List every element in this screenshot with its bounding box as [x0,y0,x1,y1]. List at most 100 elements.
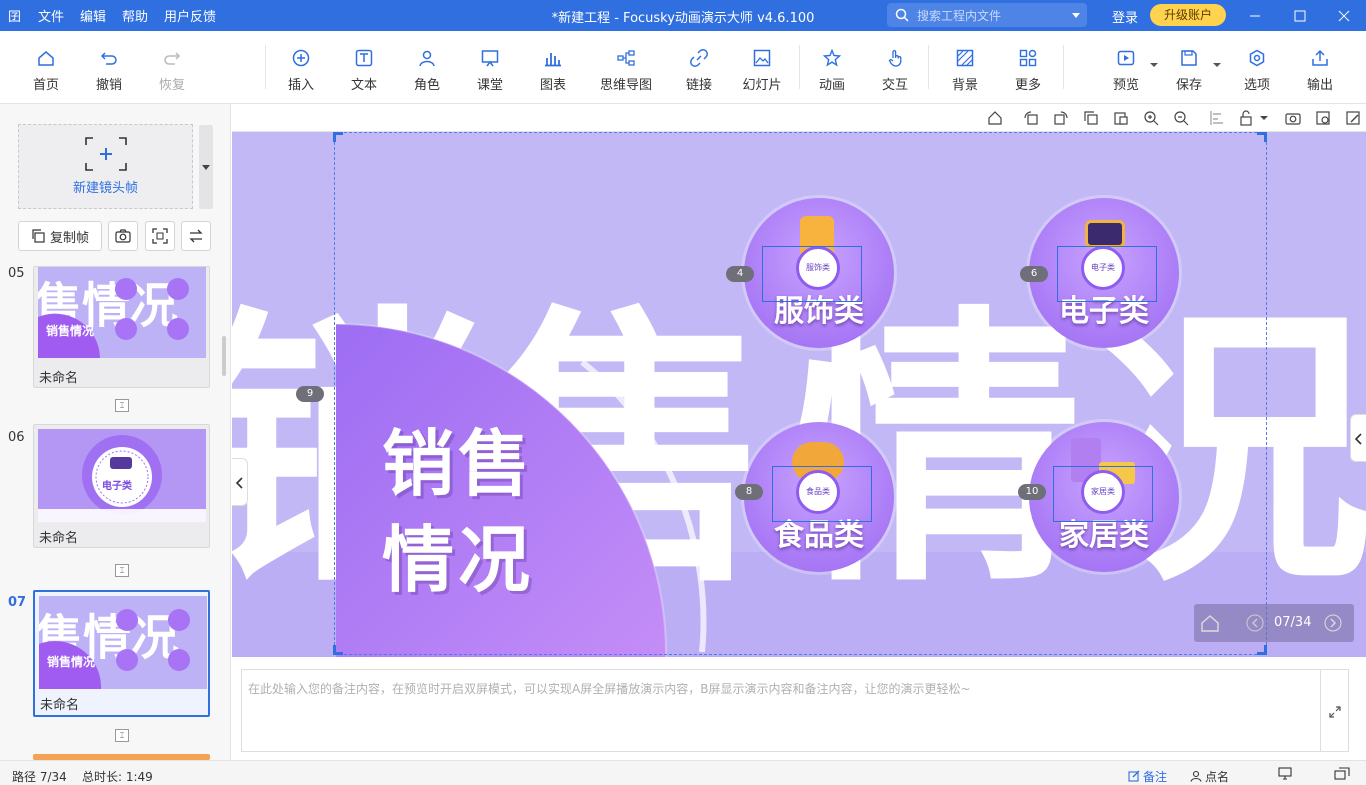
frame-number-tag[interactable]: 10 [1018,484,1046,500]
chevron-down-icon[interactable] [1150,63,1158,67]
rollcall-button[interactable]: 点名 [1190,768,1229,785]
frame-handle[interactable] [333,132,343,142]
frame-number-tag[interactable]: 8 [735,484,763,500]
frame-handle[interactable] [1257,645,1267,655]
thumb-label[interactable]: 未命名 [39,367,78,386]
chevron-down-icon[interactable] [1260,116,1268,120]
frame-thumbnail[interactable]: 电子类 未命名 [33,424,210,548]
export-button[interactable]: 输出 [1292,47,1348,93]
new-frame-dropdown[interactable] [199,125,213,209]
redo-button[interactable]: 恢复 [144,47,200,93]
category-circle-clothing[interactable]: 服饰类 服饰类 [744,198,894,348]
transition-icon[interactable]: ⌶ [115,399,129,412]
insert-button[interactable]: 插入 [273,47,329,93]
slideshow-button[interactable]: 幻灯片 [734,47,790,93]
window-icon[interactable] [1334,767,1350,780]
menu-feedback[interactable]: 用户反馈 [164,6,216,25]
frame-thumbnail-active[interactable]: 售情况 销售情况 未命名 [33,590,210,717]
background-button[interactable]: 背景 [937,47,993,93]
image-icon [734,47,790,69]
notes-expand-button[interactable] [1321,669,1349,752]
thumbnail-image: 售情况 销售情况 [38,267,206,358]
thumb-label[interactable]: 未命名 [40,694,79,713]
expand-panel-button[interactable] [1350,414,1366,462]
zoom-out-icon[interactable] [1173,110,1189,126]
transition-icon[interactable]: ⌶ [115,564,129,577]
minimize-icon[interactable] [1235,0,1275,31]
toolbar-divider [1063,45,1064,89]
link-button[interactable]: 链接 [671,47,727,93]
interaction-button[interactable]: 交互 [867,47,923,93]
frame-number-tag[interactable]: 6 [1020,266,1048,282]
transition-icon[interactable]: ⌶ [115,729,129,742]
menu-edit[interactable]: 编辑 [80,6,106,25]
frame-handle[interactable] [1257,132,1267,142]
chevron-down-icon[interactable] [1213,63,1221,67]
login-link[interactable]: 登录 [1112,7,1138,26]
chart-button[interactable]: 图表 [525,47,581,93]
element-selection[interactable] [762,246,862,302]
svg-text:电子类: 电子类 [102,479,132,492]
fit-frame-icon [152,228,168,244]
link-icon [671,47,727,69]
element-selection[interactable] [1053,466,1153,522]
undo-button[interactable]: 撤销 [81,47,137,93]
settings-icon[interactable] [1315,110,1331,126]
element-selection[interactable] [772,466,872,522]
fit-frame-button[interactable] [145,221,175,251]
category-circle-electronics[interactable]: 电子类 电子类 [1029,198,1179,348]
camera-button[interactable] [108,221,138,251]
thumb-label[interactable]: 未命名 [39,527,78,546]
home-button[interactable]: 首页 [18,47,74,93]
upgrade-button[interactable]: 升级账户 [1150,4,1226,26]
menu-help[interactable]: 帮助 [122,6,148,25]
preview-button[interactable]: 预览 [1098,47,1158,93]
mindmap-button[interactable]: 思维导图 [593,47,659,93]
category-circle-food[interactable]: 食品类 食品类 [744,422,894,572]
close-icon[interactable] [1324,0,1364,31]
frame-number-tag[interactable]: 9 [296,386,324,402]
copy-icon[interactable] [1083,110,1099,126]
notes-toggle[interactable]: 备注 [1128,768,1167,785]
align-icon[interactable] [1209,110,1225,126]
options-button[interactable]: 选项 [1229,47,1285,93]
prev-icon[interactable] [1246,614,1264,632]
paste-icon[interactable] [1113,110,1129,126]
path-status: 路径 7/34 [12,770,67,784]
text-button[interactable]: 文本 [336,47,392,93]
camera-icon[interactable] [1285,110,1301,126]
home-icon[interactable] [987,110,1003,126]
home-icon[interactable] [1200,614,1220,632]
role-button[interactable]: 角色 [399,47,455,93]
animation-button[interactable]: 动画 [804,47,860,93]
new-frame-button[interactable]: 新建镜头帧 [18,124,213,209]
maximize-icon[interactable] [1280,0,1320,31]
frame-number-tag[interactable]: 4 [726,266,754,282]
frame-handle[interactable] [333,645,343,655]
zoom-in-icon[interactable] [1143,110,1159,126]
classroom-button[interactable]: 课堂 [462,47,518,93]
duration-status: 总时长: 1:49 [82,770,153,784]
more-button[interactable]: 更多 [1000,47,1056,93]
frame-thumbnail[interactable]: 售情况 销售情况 未命名 [33,266,210,388]
collapse-sidebar-button[interactable] [232,458,248,506]
copy-frame-button[interactable]: 复制帧 [18,221,102,251]
menu-file[interactable]: 文件 [38,6,64,25]
next-icon[interactable] [1324,614,1342,632]
save-button[interactable]: 保存 [1161,47,1221,93]
swap-button[interactable] [181,221,211,251]
element-selection[interactable] [1057,246,1157,302]
chevron-down-icon[interactable] [1072,13,1080,18]
redo-icon [144,47,200,69]
slide-canvas[interactable]: 销售 情况 销售 情况 9 服饰类 服饰类 4 电子类 电子类 6 [232,132,1366,657]
rotate-right-icon[interactable] [1053,110,1069,126]
search-input[interactable]: 搜索工程内文件 [887,3,1087,27]
rotate-left-icon[interactable] [1023,110,1039,126]
edit-icon[interactable] [1345,110,1361,126]
canvas-area: 销售 情况 销售 情况 9 服饰类 服饰类 4 电子类 电子类 6 [232,104,1366,657]
notes-input[interactable]: 在此处输入您的备注内容，在预览时开启双屏模式，可以实现A屏全屏播放演示内容，B屏… [241,669,1321,752]
sidebar-scrollbar[interactable] [222,336,226,376]
unlock-icon[interactable] [1239,110,1255,126]
category-circle-home[interactable]: 家居类 家居类 [1029,422,1179,572]
screen-icon[interactable] [1278,767,1292,780]
